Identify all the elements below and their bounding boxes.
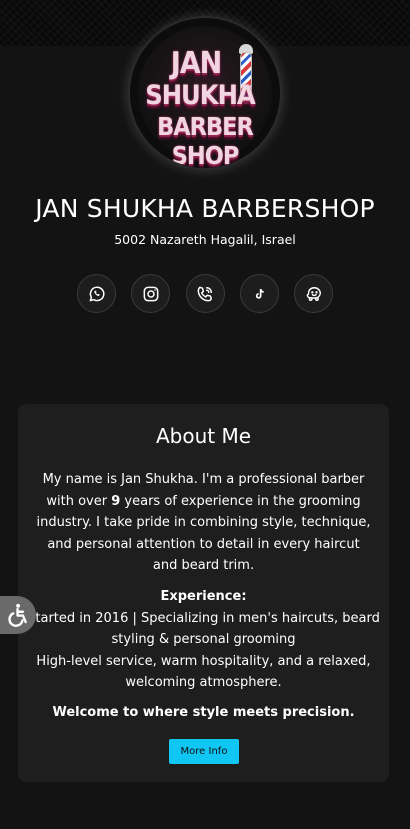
instagram-button[interactable] [131, 274, 171, 313]
about-intro: My name is Jan Shukha. I'm a professiona… [36, 472, 371, 573]
experience-line: High-level service, warm hospitality, an… [36, 653, 371, 691]
tiktok-icon [256, 288, 264, 299]
whatsapp-icon [89, 286, 104, 301]
experience-heading: Experience: [160, 589, 247, 604]
waze-button[interactable] [294, 274, 333, 313]
more-info-button[interactable]: More Info [169, 739, 239, 764]
accessibility-icon [8, 603, 27, 627]
page: JAN SHUKHA BARBER SHOP JAN SHUKHA BARBER… [0, 0, 410, 829]
logo-text-line: JAN [170, 46, 223, 81]
welcome-tagline: Welcome to where style meets precision. [52, 705, 355, 720]
experience-line: Started in 2016 | Specializing in men's … [27, 610, 380, 648]
phone-button[interactable] [185, 274, 225, 313]
logo-text-line: BARBER SHOP [157, 112, 254, 170]
logo-text-line: SHUKHA [145, 80, 256, 111]
phone-icon [197, 286, 212, 301]
whatsapp-button[interactable] [77, 274, 116, 313]
years-count: 9 [111, 493, 121, 509]
instagram-icon [143, 286, 159, 301]
tiktok-button[interactable] [239, 274, 279, 313]
page-title: JAN SHUKHA BARBERSHOP [35, 194, 375, 223]
about-card: About Me My name is Jan Shukha. I'm a pr… [18, 404, 389, 782]
shop-logo: JAN SHUKHA BARBER SHOP [128, 16, 282, 170]
social-links [77, 274, 333, 314]
shop-address: 5002 Nazareth Hagalil, Israel [114, 232, 296, 247]
waze-icon [306, 286, 321, 301]
about-title: About Me [155, 424, 252, 448]
experience-section: Experience: Started in 2016 | Specializi… [26, 586, 381, 694]
